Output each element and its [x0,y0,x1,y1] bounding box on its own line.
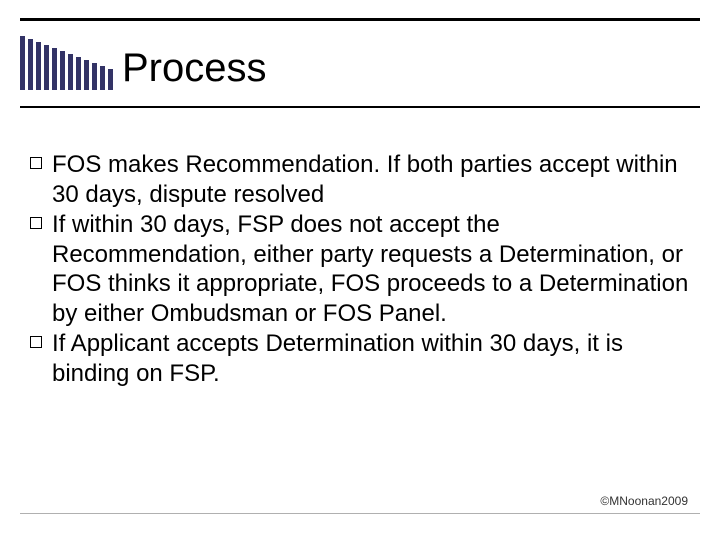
bullet-text: If within 30 days, FSP does not accept t… [52,210,690,328]
slide: Process FOS makes Recommendation. If bot… [0,0,720,540]
bar-icon [20,36,25,90]
bar-icon [44,45,49,90]
bar-icon [100,66,105,90]
checkbox-bullet-icon [30,336,42,348]
bar-icon [92,63,97,90]
bar-icon [28,39,33,90]
checkbox-bullet-icon [30,157,42,169]
bar-icon [36,42,41,90]
footer-rule [20,513,700,514]
bullet-text: If Applicant accepts Determination withi… [52,329,690,388]
content-area: FOS makes Recommendation. If both partie… [30,150,690,389]
bar-icon [52,48,57,90]
top-rule [20,18,700,21]
copyright: ©MNoonan2009 [600,494,688,508]
bullet-item: FOS makes Recommendation. If both partie… [30,150,690,209]
bar-icon [60,51,65,90]
title-rule [20,106,700,108]
decorative-bars [20,36,113,90]
bullet-item: If within 30 days, FSP does not accept t… [30,210,690,328]
bar-icon [84,60,89,90]
checkbox-bullet-icon [30,217,42,229]
slide-title: Process [122,46,267,91]
bar-icon [76,57,81,90]
bullet-item: If Applicant accepts Determination withi… [30,329,690,388]
bar-icon [108,69,113,90]
bar-icon [68,54,73,90]
bullet-text: FOS makes Recommendation. If both partie… [52,150,690,209]
